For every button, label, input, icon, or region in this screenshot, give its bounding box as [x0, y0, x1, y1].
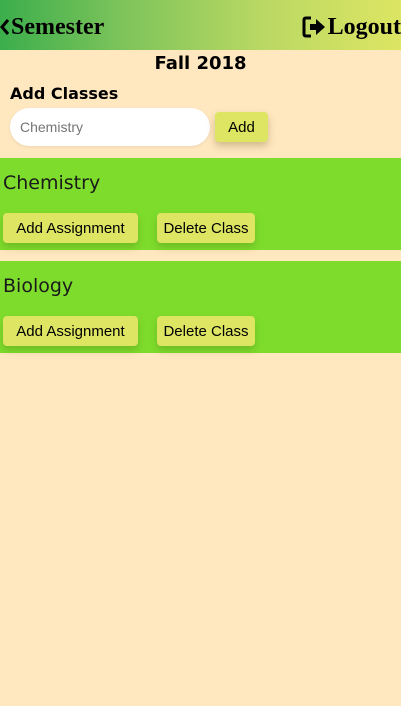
- delete-class-button[interactable]: Delete Class: [157, 316, 255, 346]
- class-name-input[interactable]: [10, 108, 210, 146]
- class-card-chemistry: Chemistry Add Assignment Delete Class: [0, 158, 401, 250]
- add-assignment-button[interactable]: Add Assignment: [3, 213, 138, 243]
- add-classes-heading: Add Classes: [10, 84, 119, 103]
- delete-class-button[interactable]: Delete Class: [157, 213, 255, 243]
- logout-button[interactable]: Logout: [302, 12, 401, 42]
- class-name: Biology: [3, 275, 74, 297]
- top-bar: Semester Logout: [0, 0, 401, 50]
- back-to-semester-button[interactable]: Semester: [0, 12, 104, 42]
- logout-label: Logout: [327, 13, 401, 40]
- class-name: Chemistry: [3, 172, 101, 194]
- chevron-left-icon: [0, 19, 10, 35]
- semester-title: Fall 2018: [154, 53, 247, 74]
- add-class-button[interactable]: Add: [215, 112, 268, 142]
- sign-out-icon: [302, 16, 325, 38]
- add-assignment-button[interactable]: Add Assignment: [3, 316, 138, 346]
- back-label: Semester: [11, 13, 105, 40]
- class-card-biology: Biology Add Assignment Delete Class: [0, 261, 401, 353]
